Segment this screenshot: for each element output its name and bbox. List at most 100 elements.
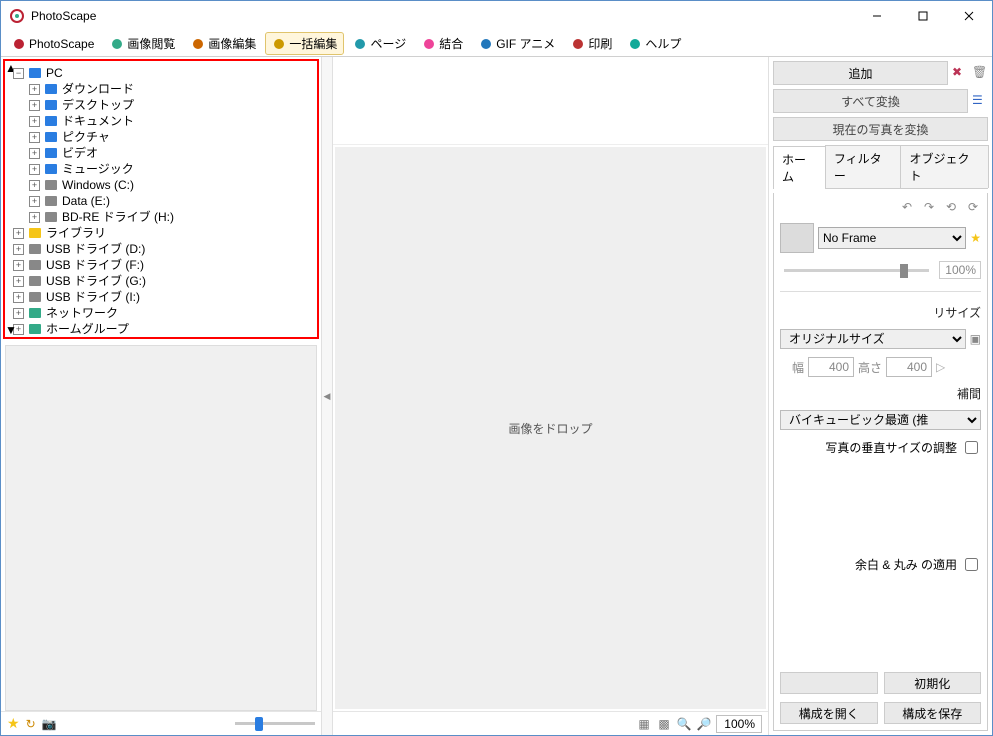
convert-current-button[interactable]: 現在の写真を変換 xyxy=(773,117,988,141)
grid2-icon[interactable]: ▩ xyxy=(656,716,672,732)
favorite-icon[interactable]: ★ xyxy=(7,715,20,732)
app-window: PhotoScape PhotoScape画像閲覧画像編集一括編集ページ結合GI… xyxy=(0,0,993,736)
tree-item[interactable]: +Data (E:) xyxy=(29,193,301,209)
menu-viewer[interactable]: 画像閲覧 xyxy=(103,32,182,55)
photoscape-icon xyxy=(12,37,26,51)
tree-item[interactable]: +USB ドライブ (F:) xyxy=(13,257,301,273)
drive-icon xyxy=(27,241,43,257)
right-panel: 追加 ✖ 🗑 すべて変換 ☰ 現在の写真を変換 ホームフィルターオブジェクト ↶… xyxy=(768,57,992,735)
zoom-fit-icon[interactable]: 🔍 xyxy=(676,716,692,732)
opacity-slider[interactable] xyxy=(784,269,929,272)
menu-print[interactable]: 印刷 xyxy=(564,32,619,55)
zoom-level[interactable]: 100% xyxy=(716,715,762,733)
left-bottom-bar: ★ ↻ 📷 xyxy=(1,711,321,735)
optical-icon xyxy=(43,209,59,225)
interp-select[interactable]: バイキュービック最適 (推 xyxy=(780,410,981,430)
tree-item[interactable]: +ネットワーク xyxy=(13,305,301,321)
tree-item[interactable]: +ライブラリ xyxy=(13,225,301,241)
blank-button[interactable] xyxy=(780,672,878,694)
open-config-button[interactable]: 構成を開く xyxy=(780,702,878,724)
main-toolbar: PhotoScape画像閲覧画像編集一括編集ページ結合GIF アニメ印刷ヘルプ xyxy=(1,31,992,57)
tree-item[interactable]: +デスクトップ xyxy=(29,97,301,113)
menu-help[interactable]: ヘルプ xyxy=(621,32,688,55)
maximize-button[interactable] xyxy=(900,1,946,31)
tab-1[interactable]: フィルター xyxy=(825,145,902,188)
frame-favorite-icon[interactable]: ★ xyxy=(970,231,981,245)
thumbnail-size-slider[interactable] xyxy=(63,722,315,725)
menu-gif[interactable]: GIF アニメ xyxy=(472,32,562,55)
resize-mode-select[interactable]: オリジナルサイズ xyxy=(780,329,966,349)
right-tabstrip: ホームフィルターオブジェクト xyxy=(773,145,988,189)
tree-item[interactable]: +ビデオ xyxy=(29,145,301,161)
width-input[interactable] xyxy=(808,357,854,377)
docs-icon xyxy=(43,113,59,129)
trash-icon[interactable]: 🗑 xyxy=(972,65,988,81)
drive-icon xyxy=(27,289,43,305)
zoom-in-icon[interactable]: 🔎 xyxy=(696,716,712,732)
tab-0[interactable]: ホーム xyxy=(773,146,826,189)
redo-all-icon[interactable]: ⟳ xyxy=(965,199,981,215)
tree-item[interactable]: +USB ドライブ (D:) xyxy=(13,241,301,257)
aspect-lock-icon[interactable]: ▣ xyxy=(970,332,981,346)
close-button[interactable] xyxy=(946,1,992,31)
help-icon xyxy=(628,37,642,51)
undo-all-icon[interactable]: ⟲ xyxy=(943,199,959,215)
reset-button[interactable]: 初期化 xyxy=(884,672,982,694)
preview-strip xyxy=(333,57,768,145)
canvas-statusbar: ▦ ▩ 🔍 🔎 100% xyxy=(333,711,768,735)
app-logo-icon xyxy=(9,8,25,24)
tree-item[interactable]: +USB ドライブ (G:) xyxy=(13,273,301,289)
minimize-button[interactable] xyxy=(854,1,900,31)
height-input[interactable] xyxy=(886,357,932,377)
tree-item[interactable]: +ピクチャ xyxy=(29,129,301,145)
tab-2[interactable]: オブジェクト xyxy=(900,145,989,188)
print-icon xyxy=(571,37,585,51)
combine-icon xyxy=(422,37,436,51)
camera-icon[interactable]: 📷 xyxy=(42,717,57,731)
pics-icon xyxy=(43,129,59,145)
viewer-icon xyxy=(110,37,124,51)
menu-combine[interactable]: 結合 xyxy=(415,32,470,55)
tree-item[interactable]: +ダウンロード xyxy=(29,81,301,97)
height-label: 高さ xyxy=(858,359,882,376)
add-button[interactable]: 追加 xyxy=(773,61,948,85)
collapse-handle[interactable]: ◀ xyxy=(321,57,333,735)
window-title: PhotoScape xyxy=(31,9,854,23)
save-config-button[interactable]: 構成を保存 xyxy=(884,702,982,724)
list-icon[interactable]: ☰ xyxy=(972,93,988,109)
folder-tree[interactable]: −PC+ダウンロード+デスクトップ+ドキュメント+ピクチャ+ビデオ+ミュージック… xyxy=(3,59,319,339)
music-icon xyxy=(43,161,59,177)
tree-pc[interactable]: −PC xyxy=(13,65,301,81)
redo-icon[interactable]: ↷ xyxy=(921,199,937,215)
vertical-adjust-checkbox[interactable] xyxy=(965,441,978,454)
frame-select[interactable]: No Frame xyxy=(818,227,966,249)
drop-canvas[interactable]: 画像をドロップ xyxy=(335,147,766,709)
tree-item[interactable]: +BD-RE ドライブ (H:) xyxy=(29,209,301,225)
left-panel: −PC+ダウンロード+デスクトップ+ドキュメント+ピクチャ+ビデオ+ミュージック… xyxy=(1,57,321,735)
menu-page[interactable]: ページ xyxy=(346,32,413,55)
apply-size-icon[interactable]: ▷ xyxy=(936,360,945,374)
grid1-icon[interactable]: ▦ xyxy=(636,716,652,732)
menu-photoscape[interactable]: PhotoScape xyxy=(5,34,101,54)
drop-hint: 画像をドロップ xyxy=(508,420,592,437)
margin-round-label: 余白 & 丸み の適用 xyxy=(855,556,957,573)
drive-icon xyxy=(27,273,43,289)
tree-item[interactable]: +ドキュメント xyxy=(29,113,301,129)
drive-icon xyxy=(43,177,59,193)
margin-round-checkbox[interactable] xyxy=(965,558,978,571)
menu-batch[interactable]: 一括編集 xyxy=(265,32,344,55)
remove-icon[interactable]: ✖ xyxy=(952,65,968,81)
refresh-icon[interactable]: ↻ xyxy=(26,717,36,731)
network-icon xyxy=(27,305,43,321)
opacity-value: 100% xyxy=(939,261,981,279)
convert-all-button[interactable]: すべて変換 xyxy=(773,89,968,113)
undo-icon[interactable]: ↶ xyxy=(899,199,915,215)
home-tab-panel: ↶ ↷ ⟲ ⟳ No Frame ★ 100% リサイズ xyxy=(773,193,988,731)
tree-item[interactable]: +ミュージック xyxy=(29,161,301,177)
menu-editor[interactable]: 画像編集 xyxy=(184,32,263,55)
tree-item[interactable]: +USB ドライブ (I:) xyxy=(13,289,301,305)
tree-item[interactable]: +Windows (C:) xyxy=(29,177,301,193)
drive-icon xyxy=(27,257,43,273)
batch-icon xyxy=(272,37,286,51)
gif-icon xyxy=(479,37,493,51)
